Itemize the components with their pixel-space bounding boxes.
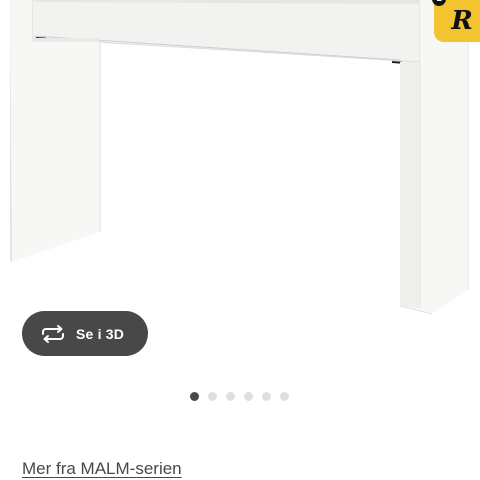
carousel-dot[interactable] xyxy=(208,392,217,401)
view-in-3d-label: Se i 3D xyxy=(76,325,125,342)
notification-count: 1 xyxy=(432,0,446,6)
carousel-dot[interactable] xyxy=(226,392,235,401)
carousel-dot[interactable] xyxy=(262,392,271,401)
reader-extension-badge[interactable]: 1 R xyxy=(432,0,480,42)
more-from-series-link[interactable]: Mer fra MALM-serien xyxy=(22,459,182,479)
carousel-dot[interactable] xyxy=(190,392,199,401)
view-in-3d-button[interactable]: Se i 3D xyxy=(22,311,148,356)
carousel-dot[interactable] xyxy=(280,392,289,401)
carousel-dot[interactable] xyxy=(244,392,253,401)
rotate-arrows-icon xyxy=(40,324,66,344)
reader-extension-icon: R xyxy=(451,6,473,36)
image-carousel-dots xyxy=(190,392,289,401)
product-image[interactable] xyxy=(0,0,480,360)
